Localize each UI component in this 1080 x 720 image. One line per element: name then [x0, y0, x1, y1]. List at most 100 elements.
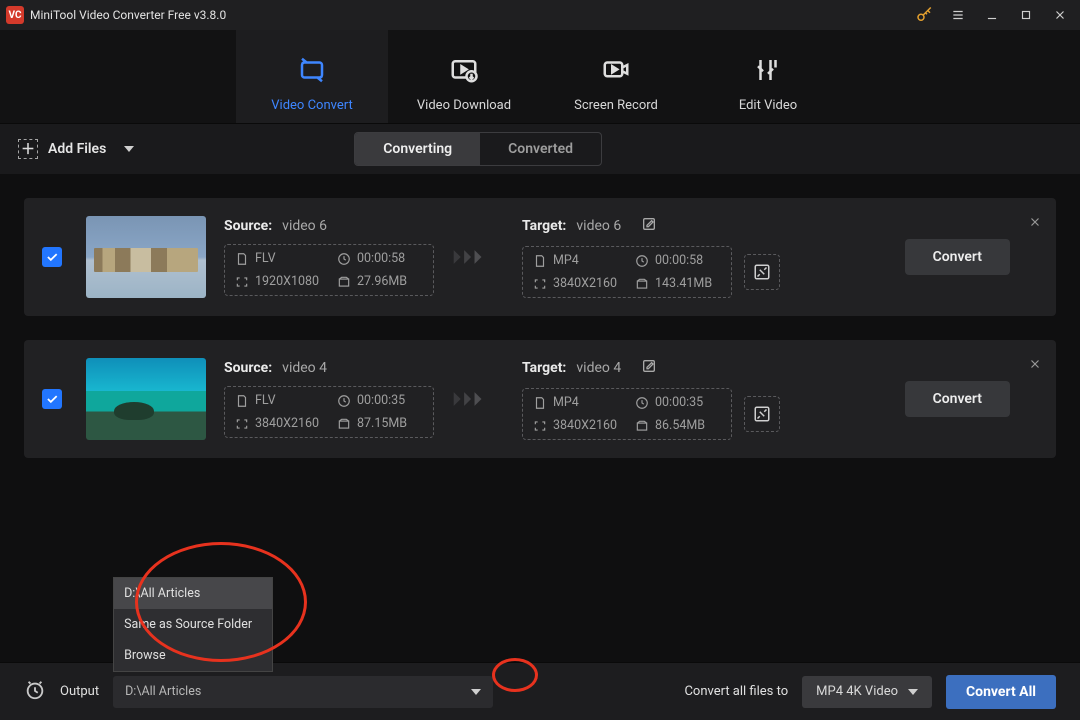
edit-name-icon[interactable]: [641, 358, 657, 378]
key-icon[interactable]: [910, 5, 938, 25]
chevron-down-icon: [471, 689, 481, 695]
remove-item-button[interactable]: [1028, 214, 1042, 233]
hamburger-icon[interactable]: [944, 5, 972, 25]
target-label: Target:: [522, 218, 566, 234]
item-checkbox[interactable]: [42, 389, 62, 409]
sub-toolbar: ＋ Add Files Converting Converted: [0, 124, 1080, 174]
dropdown-option[interactable]: Same as Source Folder: [114, 609, 272, 640]
target-spec-box: MP4 00:00:35 3840X2160 86.54MB: [522, 388, 732, 440]
source-spec-box: FLV 00:00:58 1920X1080 27.96MB: [224, 244, 434, 296]
target-settings-button[interactable]: [744, 396, 780, 432]
file-icon: [533, 254, 547, 268]
spec-size: 87.15MB: [357, 416, 407, 431]
file-icon: [533, 396, 547, 410]
target-settings-button[interactable]: [744, 254, 780, 290]
convert-icon: [297, 52, 327, 88]
output-label: Output: [60, 684, 99, 699]
chevron-down-icon: [908, 689, 918, 695]
maximize-button[interactable]: [1012, 5, 1040, 25]
edit-icon: [753, 52, 783, 88]
tab-video-download[interactable]: Video Download: [388, 30, 540, 123]
spec-size: 86.54MB: [655, 418, 705, 433]
spec-resolution: 3840X2160: [255, 416, 319, 431]
conversion-item: Source: video 4 FLV 00:00:35 3840X2160 8…: [24, 340, 1056, 458]
resolution-icon: [533, 419, 547, 433]
spec-resolution: 1920X1080: [255, 274, 319, 289]
item-checkbox[interactable]: [42, 247, 62, 267]
app-logo: VC: [6, 6, 24, 24]
tab-label: Edit Video: [739, 98, 797, 113]
video-thumbnail: [86, 358, 206, 440]
spec-resolution: 3840X2160: [553, 276, 617, 291]
spec-duration: 00:00:35: [655, 395, 703, 410]
convert-button[interactable]: Convert: [905, 239, 1010, 275]
remove-item-button[interactable]: [1028, 356, 1042, 375]
tab-label: Video Convert: [271, 98, 352, 113]
arrow-icon: [452, 388, 504, 410]
source-label: Source:: [224, 360, 272, 376]
spec-format: MP4: [553, 253, 579, 268]
clock-icon: [337, 252, 351, 266]
arrow-icon: [452, 246, 504, 268]
source-column: Source: video 6 FLV 00:00:58 1920X1080 2…: [224, 218, 434, 296]
convert-all-button[interactable]: Convert All: [946, 675, 1056, 709]
output-path-value: D:\All Articles: [125, 684, 201, 699]
close-button[interactable]: [1046, 5, 1074, 25]
plus-icon: ＋: [18, 139, 38, 159]
source-name: video 4: [282, 360, 327, 376]
dropdown-option[interactable]: D:\All Articles: [114, 578, 272, 609]
convert-all-label: Convert all files to: [684, 684, 788, 699]
conversion-item: Source: video 6 FLV 00:00:58 1920X1080 2…: [24, 198, 1056, 316]
target-column: Target: video 4 MP4 00:00:35 3840X2160 8…: [522, 358, 780, 440]
conversion-list: Source: video 6 FLV 00:00:58 1920X1080 2…: [0, 174, 1080, 458]
title-bar: VC MiniTool Video Converter Free v3.8.0: [0, 0, 1080, 30]
source-name: video 6: [282, 218, 327, 234]
conversion-state-tabs: Converting Converted: [354, 132, 602, 166]
spec-duration: 00:00:58: [357, 251, 405, 266]
target-name: video 6: [576, 218, 621, 234]
record-icon: [601, 52, 631, 88]
file-icon: [235, 394, 249, 408]
resolution-icon: [235, 275, 249, 289]
size-icon: [635, 277, 649, 291]
video-thumbnail: [86, 216, 206, 298]
tab-label: Video Download: [417, 98, 511, 113]
app-title: MiniTool Video Converter Free v3.8.0: [30, 8, 226, 22]
size-icon: [337, 275, 351, 289]
minimize-button[interactable]: [978, 5, 1006, 25]
dropdown-option[interactable]: Browse: [114, 640, 272, 671]
output-path-select: D:\All Articles Same as Source Folder Br…: [113, 676, 493, 708]
spec-duration: 00:00:35: [357, 393, 405, 408]
tab-video-convert[interactable]: Video Convert: [236, 30, 388, 123]
spec-size: 143.41MB: [655, 276, 712, 291]
tab-converting[interactable]: Converting: [355, 133, 480, 165]
add-files-button[interactable]: ＋ Add Files: [18, 139, 134, 159]
clock-icon: [337, 394, 351, 408]
spec-format: MP4: [553, 395, 579, 410]
spec-duration: 00:00:58: [655, 253, 703, 268]
spec-format: FLV: [255, 251, 276, 266]
spec-size: 27.96MB: [357, 274, 407, 289]
tab-converted[interactable]: Converted: [480, 133, 601, 165]
clock-icon: [635, 396, 649, 410]
output-path-button[interactable]: D:\All Articles: [113, 676, 493, 708]
target-label: Target:: [522, 360, 566, 376]
convert-button[interactable]: Convert: [905, 381, 1010, 417]
source-spec-box: FLV 00:00:35 3840X2160 87.15MB: [224, 386, 434, 438]
edit-name-icon[interactable]: [641, 216, 657, 236]
main-nav: Video Convert Video Download Screen Reco…: [0, 30, 1080, 124]
download-icon: [449, 52, 479, 88]
schedule-icon[interactable]: [24, 679, 46, 705]
output-path-dropdown: D:\All Articles Same as Source Folder Br…: [113, 577, 273, 672]
tab-screen-record[interactable]: Screen Record: [540, 30, 692, 123]
source-column: Source: video 4 FLV 00:00:35 3840X2160 8…: [224, 360, 434, 438]
preset-value: MP4 4K Video: [816, 684, 898, 699]
output-preset-select[interactable]: MP4 4K Video: [802, 676, 932, 708]
resolution-icon: [533, 277, 547, 291]
footer-bar: Output D:\All Articles Same as Source Fo…: [0, 662, 1080, 720]
clock-icon: [635, 254, 649, 268]
target-name: video 4: [576, 360, 621, 376]
spec-resolution: 3840X2160: [553, 418, 617, 433]
tab-edit-video[interactable]: Edit Video: [692, 30, 844, 123]
target-spec-box: MP4 00:00:58 3840X2160 143.41MB: [522, 246, 732, 298]
